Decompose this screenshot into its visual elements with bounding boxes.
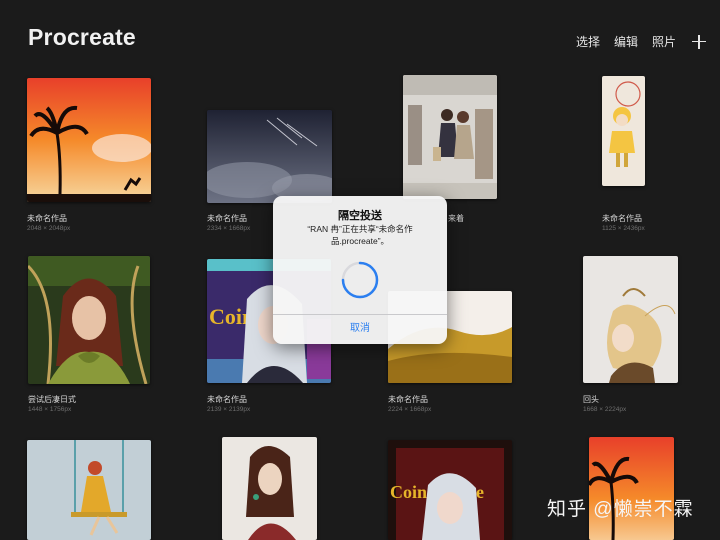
cancel-button[interactable]: 取消 xyxy=(273,314,447,344)
watermark: 知乎 @懒崇不霖 xyxy=(547,499,694,520)
artwork-thumbnail-palm-sunset[interactable] xyxy=(27,78,151,202)
artwork-name: 未命名作品 xyxy=(602,214,642,223)
app-title: Procreate xyxy=(28,24,136,50)
select-button[interactable]: 选择 xyxy=(576,33,600,50)
artwork-thumbnail-yellow-kid[interactable] xyxy=(602,76,645,186)
artwork-name: 来着 xyxy=(448,214,464,223)
artwork-name: 未命名作品 xyxy=(27,214,67,223)
toolbar: 选择 编辑 照片 xyxy=(576,33,706,50)
artwork-size: 2224 × 1668px xyxy=(388,406,432,413)
artwork-thumbnail-palm-sunset-2[interactable] xyxy=(589,437,674,540)
dialog-message: “RAN 冉”正在共享“未命名作品.procreate”。 xyxy=(307,224,413,246)
artwork-thumbnail-earring-girl[interactable] xyxy=(222,437,317,540)
artwork-name: 未命名作品 xyxy=(207,395,247,404)
artwork-size: 2334 × 1668px xyxy=(207,225,251,232)
artwork-thumbnail-shopping-girls[interactable] xyxy=(403,75,497,199)
artwork-thumbnail-night-sky[interactable] xyxy=(207,110,332,203)
artwork-name: 未命名作品 xyxy=(207,214,247,223)
artwork-name: 回头 xyxy=(583,395,599,404)
artwork-thumbnail-red-hair-girl[interactable] xyxy=(28,256,150,384)
artwork-thumbnail-coincidence[interactable]: Coincidence xyxy=(388,440,512,540)
artwork-thumbnail-swing-girl[interactable] xyxy=(27,440,151,540)
artwork-size: 1125 × 2436px xyxy=(602,225,645,232)
artwork-name: 尝试后凄日式 xyxy=(28,395,76,404)
artwork-size: 1448 × 1756px xyxy=(28,406,72,413)
artwork-size: 2139 × 2139px xyxy=(207,406,251,413)
artwork-thumbnail-turning-girl[interactable] xyxy=(583,256,678,383)
plus-icon[interactable] xyxy=(692,34,706,49)
artwork-name: 未命名作品 xyxy=(388,395,428,404)
dialog-title: 隔空投送 xyxy=(338,210,382,222)
photos-button[interactable]: 照片 xyxy=(652,33,676,50)
artwork-size: 1668 × 2224px xyxy=(583,406,627,413)
airdrop-dialog: 隔空投送 “RAN 冉”正在共享“未命名作品.procreate”。 取消 xyxy=(273,196,447,344)
artwork-size: 2048 × 2048px xyxy=(27,225,71,232)
loading-spinner-icon xyxy=(341,261,379,299)
edit-button[interactable]: 编辑 xyxy=(614,33,638,50)
